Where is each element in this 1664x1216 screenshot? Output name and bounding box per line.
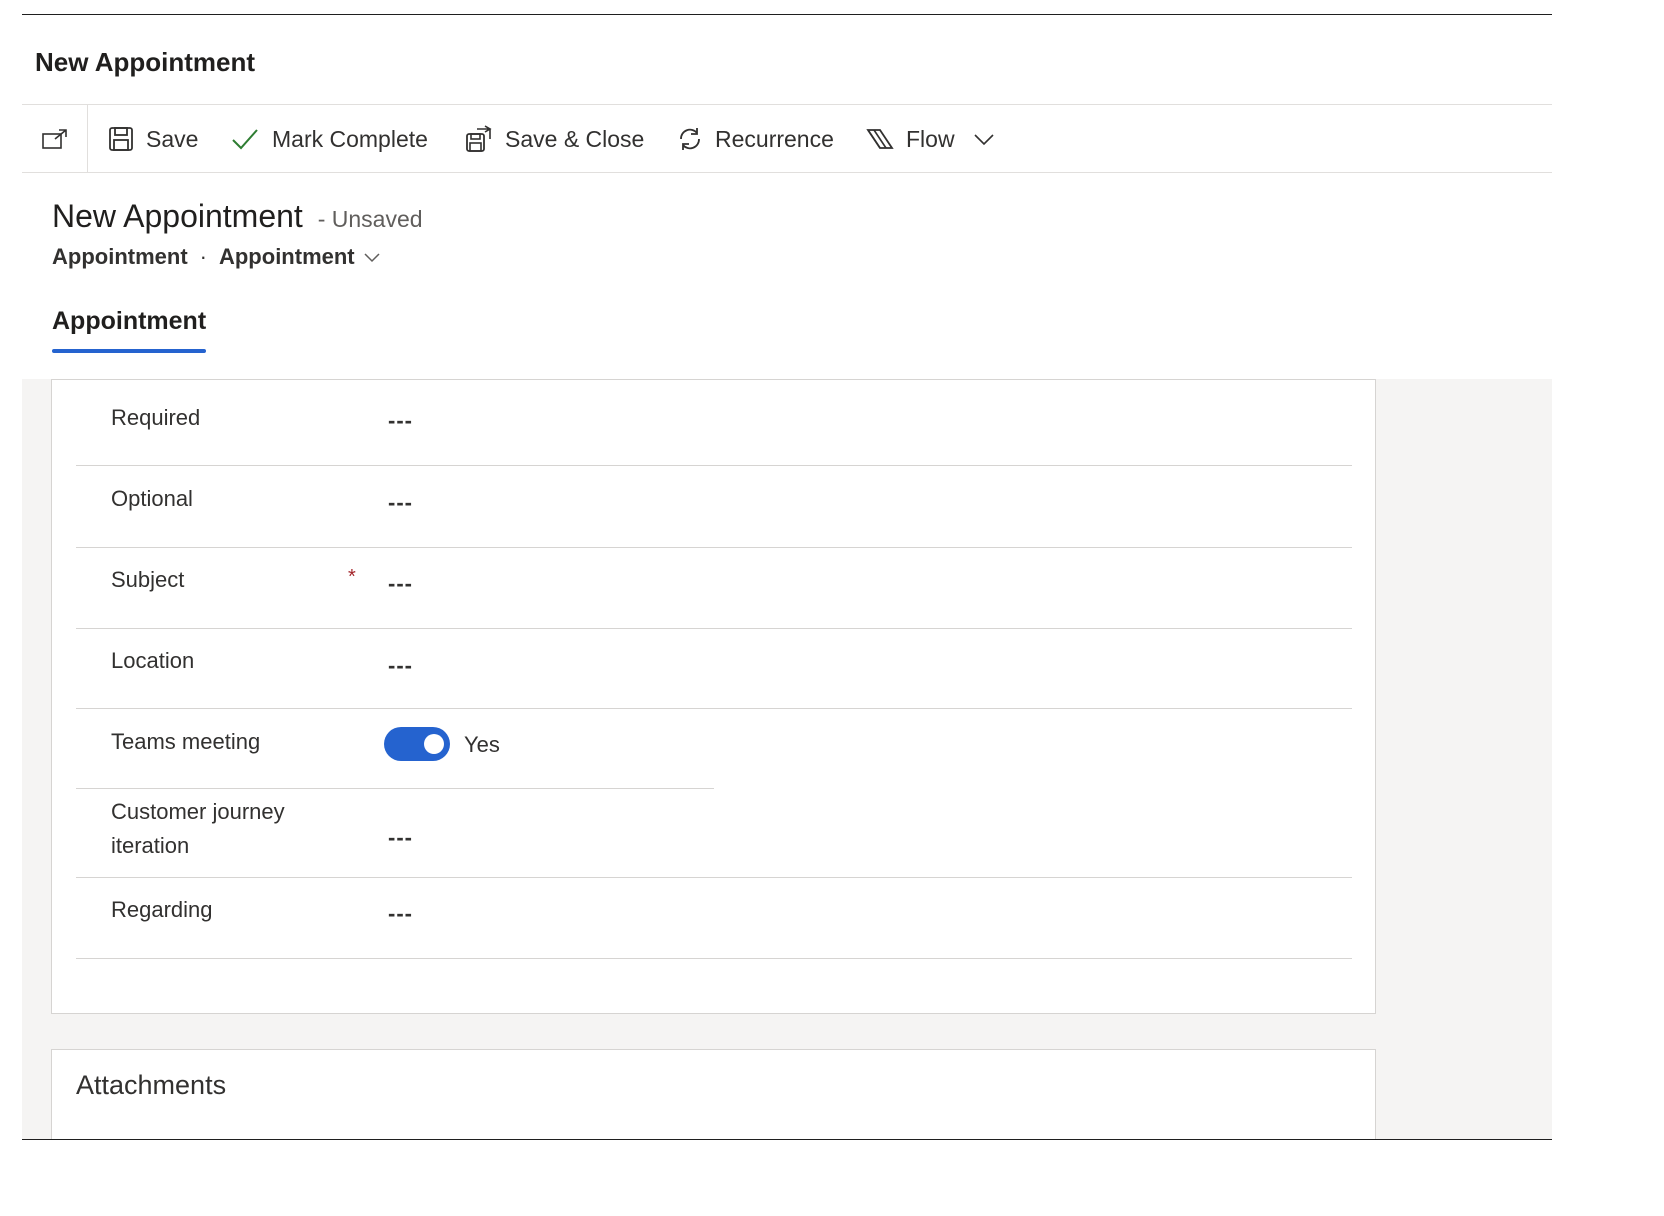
- entity-name: Appointment: [52, 244, 188, 269]
- toggle-knob: [424, 734, 444, 754]
- field-label-line2: iteration: [111, 833, 190, 858]
- field-label: Regarding: [111, 897, 213, 922]
- flow-label: Flow: [906, 125, 955, 152]
- record-title-text: New Appointment: [52, 198, 303, 234]
- field-customer-journey-iteration: Customer journey iteration ---: [76, 789, 1352, 878]
- save-and-close-button[interactable]: Save & Close: [465, 105, 644, 173]
- location-input[interactable]: ---: [388, 653, 413, 679]
- dialog-title: New Appointment: [35, 47, 256, 77]
- field-label-line1: Customer journey: [111, 799, 285, 824]
- attachments-section: Attachments: [51, 1049, 1376, 1139]
- form-selector[interactable]: Appointment: [219, 244, 381, 270]
- regarding-input[interactable]: ---: [388, 901, 413, 927]
- tab-selected-indicator: [52, 349, 207, 353]
- recurrence-icon: [680, 128, 700, 150]
- field-location: Location ---: [76, 629, 1352, 709]
- customer-journey-iteration-input[interactable]: ---: [388, 825, 413, 851]
- mark-complete-label: Mark Complete: [272, 125, 428, 152]
- tab-appointment[interactable]: Appointment: [52, 307, 207, 353]
- recurrence-button[interactable]: Recurrence: [677, 105, 834, 173]
- field-regarding: Regarding ---: [76, 878, 1352, 959]
- teams-meeting-toggle[interactable]: [384, 727, 450, 761]
- save-button[interactable]: Save: [108, 105, 198, 173]
- open-in-new-window-button[interactable]: [22, 105, 88, 173]
- appointment-dialog: New Appointment Save Mark Complete Save …: [22, 14, 1552, 1140]
- record-title: New Appointment - Unsaved: [52, 198, 423, 235]
- mark-complete-button[interactable]: Mark Complete: [230, 105, 428, 173]
- recurrence-label: Recurrence: [715, 125, 834, 152]
- toggle-state-label: Yes: [464, 732, 500, 757]
- field-optional: Optional ---: [76, 466, 1352, 548]
- field-label: Location: [111, 648, 195, 673]
- breadcrumb: Appointment · Appointment: [52, 244, 381, 270]
- flow-button[interactable]: Flow: [866, 105, 955, 173]
- save-icon: [109, 127, 133, 151]
- command-bar: Save Mark Complete Save & Close Recurren…: [22, 105, 1552, 173]
- attachments-heading: Attachments: [76, 1070, 227, 1100]
- appointment-section: Required --- Optional --- Subject * --- …: [51, 379, 1376, 1014]
- popout-icon: [41, 129, 67, 149]
- dialog-header: New Appointment: [22, 15, 1552, 105]
- save-status: - Unsaved: [317, 206, 423, 232]
- form-name: Appointment: [218, 244, 355, 269]
- tab-label: Appointment: [52, 307, 207, 335]
- save-close-icon: [466, 125, 492, 152]
- save-close-label: Save & Close: [505, 125, 645, 152]
- required-indicator: *: [348, 566, 356, 588]
- field-teams-meeting: Teams meeting Yes: [76, 709, 714, 789]
- form-body: Required --- Optional --- Subject * --- …: [22, 379, 1552, 1139]
- chevron-down-icon: [364, 253, 380, 263]
- field-label: Subject: [111, 567, 185, 592]
- required-attendees-input[interactable]: ---: [388, 408, 413, 434]
- field-required: Required ---: [76, 380, 1352, 466]
- subject-input[interactable]: ---: [388, 571, 413, 597]
- optional-attendees-input[interactable]: ---: [388, 490, 413, 516]
- chevron-down-icon: [974, 134, 994, 146]
- checkmark-icon: [232, 129, 258, 150]
- field-subject: Subject * ---: [76, 548, 1352, 629]
- field-label: Required: [111, 405, 201, 430]
- save-label: Save: [146, 125, 199, 152]
- field-label: Teams meeting: [111, 729, 261, 754]
- flow-icon: [866, 129, 894, 149]
- more-commands-button[interactable]: [972, 105, 996, 173]
- breadcrumb-separator: ·: [199, 244, 207, 269]
- field-label: Optional: [111, 486, 193, 511]
